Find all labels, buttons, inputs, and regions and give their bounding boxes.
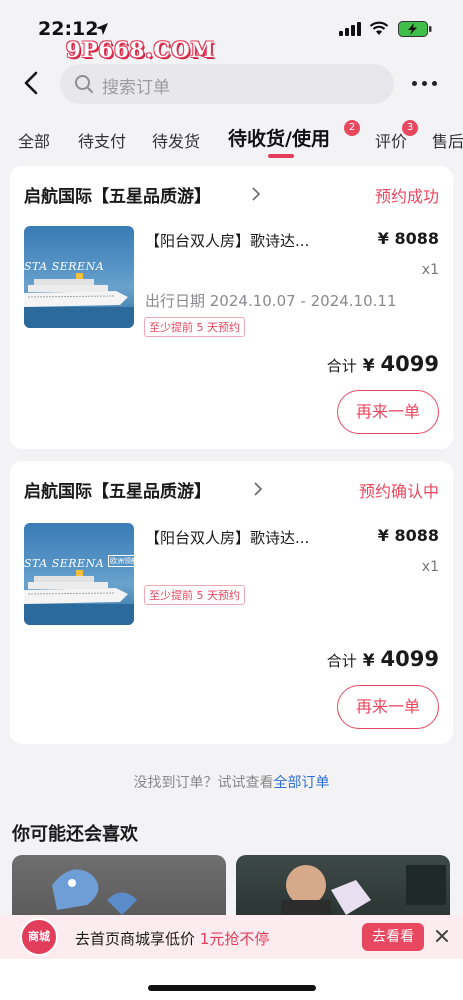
order-not-found-hint: 没找到订单？试试查看全部订单	[0, 772, 463, 792]
tab-after-sales[interactable]: 售后	[432, 128, 463, 152]
order-card[interactable]: 启航国际【五星品质游】 预约确认中 STA SERENA 欧洲领航 【阳台双人房…	[10, 461, 453, 744]
total-label: 合计	[326, 652, 357, 670]
product-title[interactable]: 【阳台双人房】歌诗达...	[145, 527, 309, 548]
home-indicator-area	[0, 959, 463, 1000]
cellular-signal-icon	[339, 22, 361, 36]
more-button[interactable]	[412, 73, 442, 93]
search-input[interactable]: 搜索订单	[60, 64, 394, 104]
not-found-text: 没找到订单？试试查看	[133, 775, 274, 791]
order-status: 预约确认中	[358, 482, 439, 501]
product-thumbnail[interactable]: STA SERENA	[24, 226, 134, 328]
total-currency: ¥	[362, 356, 375, 376]
home-indicator	[148, 985, 316, 991]
recommend-item[interactable]	[236, 855, 450, 920]
tab-pending-receipt[interactable]: 待收货/使用	[228, 124, 330, 151]
header: 搜索订单	[0, 55, 463, 115]
location-arrow-icon	[96, 23, 108, 35]
product-price: ¥ 8088	[377, 526, 439, 545]
shop-name[interactable]: 启航国际【五星品质游】	[24, 477, 211, 502]
video-thumbnail-image	[281, 865, 446, 920]
battery-charging-icon	[398, 21, 432, 37]
total-currency: ¥	[362, 651, 375, 671]
reorder-button[interactable]: 再来一单	[337, 685, 439, 729]
order-status: 预约成功	[374, 187, 439, 206]
search-placeholder: 搜索订单	[102, 78, 170, 98]
cruise-ship-image	[24, 273, 134, 328]
tab-badge: 3	[402, 120, 418, 136]
recommend-title: 你可能还会喜欢	[12, 824, 138, 845]
promo-text: 去首页商城享低价 1元抢不停	[75, 930, 270, 948]
mall-icon: 商城	[20, 918, 58, 956]
product-title[interactable]: 【阳台双人房】歌诗达...	[145, 230, 309, 251]
status-bar: 22:12 9P668.COM	[0, 0, 463, 62]
tab-all[interactable]: 全部	[18, 128, 50, 152]
product-quantity: x1	[421, 559, 439, 575]
back-button[interactable]	[18, 67, 46, 99]
reorder-button[interactable]: 再来一单	[337, 390, 439, 434]
booking-notice-tag: 至少提前 5 天预约	[144, 585, 245, 605]
tab-badge: 2	[344, 120, 360, 136]
promo-go-button[interactable]: 去看看	[362, 923, 424, 951]
order-card[interactable]: 启航国际【五星品质游】 预约成功 STA SERENA 【阳台双人房】歌诗达..…	[10, 166, 453, 449]
promo-banner[interactable]: 商城 去首页商城享低价 1元抢不停 去看看	[0, 915, 463, 959]
product-thumbnail[interactable]: STA SERENA 欧洲领航	[24, 523, 134, 625]
active-tab-indicator	[268, 154, 294, 158]
travel-date: 出行日期 2024.10.07 - 2024.10.11	[145, 292, 397, 310]
close-icon[interactable]	[432, 926, 452, 946]
product-price: ¥ 8088	[377, 229, 439, 248]
order-total: 合计 ¥ 4099	[327, 352, 439, 376]
all-orders-link[interactable]: 全部订单	[274, 775, 330, 791]
recommend-item[interactable]	[12, 855, 226, 920]
total-amount: 4099	[380, 352, 439, 376]
chevron-right-icon	[252, 187, 261, 201]
search-icon	[75, 75, 93, 93]
total-label: 合计	[326, 357, 357, 375]
more-horizontal-icon	[412, 80, 417, 86]
order-total: 合计 ¥ 4099	[327, 647, 439, 671]
total-amount: 4099	[380, 647, 439, 671]
chevron-left-icon	[24, 71, 38, 95]
wifi-icon	[369, 21, 389, 35]
tab-pending-shipment[interactable]: 待发货	[152, 128, 200, 152]
plush-toy-image	[52, 869, 137, 915]
thumbnail-tag: 欧洲领航	[108, 555, 134, 567]
chevron-right-icon	[254, 482, 263, 496]
cruise-ship-image	[24, 570, 134, 625]
booking-notice-tag: 至少提前 5 天预约	[144, 317, 245, 337]
tab-pending-payment[interactable]: 待支付	[78, 128, 126, 152]
product-quantity: x1	[421, 262, 439, 278]
order-tabs: 全部 待支付 待发货 待收货/使用 2 评价 3 售后	[0, 118, 463, 160]
shop-name[interactable]: 启航国际【五星品质游】	[24, 182, 211, 207]
